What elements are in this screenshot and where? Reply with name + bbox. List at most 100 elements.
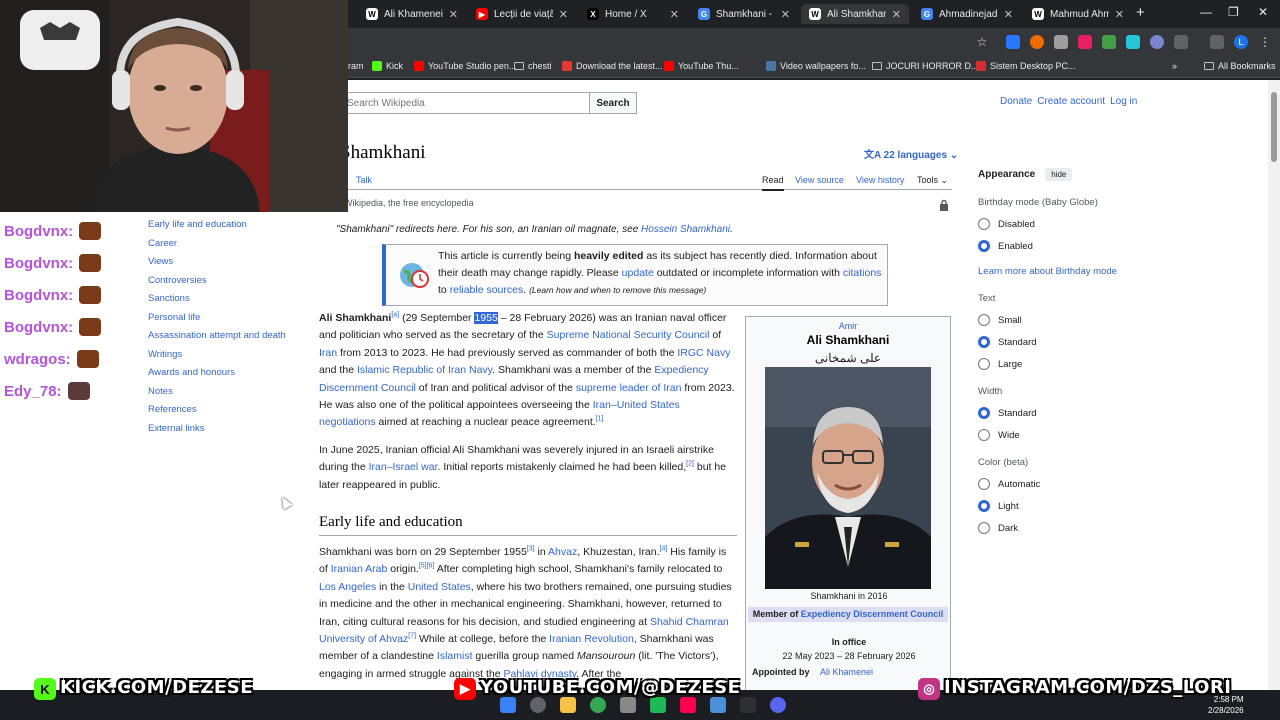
bookmark-item[interactable]: Video wallpapers fo... (766, 61, 866, 71)
radio-option[interactable]: Small (978, 314, 1128, 326)
puzzle-icon[interactable] (1174, 35, 1188, 49)
tab[interactable]: G Shamkhani - Cău ✕ (690, 4, 798, 24)
citations-link[interactable]: citations (843, 267, 882, 279)
appointer-link[interactable]: Ali Khamenei (820, 667, 873, 677)
tiktok-icon[interactable] (680, 697, 696, 713)
search-input[interactable] (340, 92, 590, 114)
radio-button[interactable] (978, 407, 990, 419)
rank-link[interactable]: Amir (839, 321, 858, 331)
link-los-angeles[interactable]: Los Angeles (319, 581, 376, 593)
bookmark-item[interactable]: YouTube Thu... (664, 61, 739, 71)
radio-button[interactable] (978, 240, 990, 252)
bookmark-item[interactable]: YouTube Studio pen... (414, 61, 516, 71)
search-icon[interactable] (530, 697, 546, 713)
maximize-icon[interactable]: ❐ (1228, 5, 1239, 19)
link-war[interactable]: Iran–Israel war (369, 461, 438, 473)
toc-item[interactable]: Sanctions (148, 293, 190, 304)
radio-option[interactable]: Light (978, 500, 1128, 512)
close-tab-icon[interactable]: ✕ (559, 8, 568, 21)
citation-ref[interactable]: [7] (408, 633, 416, 640)
close-window-icon[interactable]: ✕ (1258, 5, 1268, 19)
close-tab-icon[interactable]: ✕ (1004, 8, 1013, 21)
radio-button[interactable] (978, 478, 990, 490)
close-tab-icon[interactable]: ✕ (670, 8, 679, 21)
app-icon[interactable] (710, 697, 726, 713)
avatar[interactable]: L (1234, 35, 1248, 49)
chrome-icon[interactable] (590, 697, 606, 713)
radio-button[interactable] (978, 218, 990, 230)
radio-option[interactable]: Wide (978, 429, 1128, 441)
radio-option[interactable]: Standard (978, 407, 1128, 419)
sidebar-icon[interactable] (1210, 35, 1224, 49)
search-button[interactable]: Search (589, 92, 637, 114)
toc-item[interactable]: Controversies (148, 275, 207, 286)
citation-ref[interactable]: [5][6] (419, 563, 435, 570)
citation-ref[interactable]: [3] (527, 546, 535, 553)
link-islamist[interactable]: Islamist (437, 650, 473, 662)
star-icon[interactable]: ☆ (975, 35, 989, 49)
radio-option[interactable]: Dark (978, 522, 1128, 534)
link-iranian-arab[interactable]: Iranian Arab (331, 563, 388, 575)
tab[interactable]: G Ahmadinejad - Că ✕ (913, 4, 1021, 24)
app-icon[interactable] (650, 697, 666, 713)
link-irgc-navy[interactable]: IRGC Navy (677, 347, 730, 359)
extension-icon[interactable] (1102, 35, 1116, 49)
extension-icon[interactable] (1030, 35, 1044, 49)
minimize-icon[interactable]: — (1200, 5, 1212, 19)
all-bookmarks[interactable]: All Bookmarks (1204, 61, 1276, 71)
extension-icon[interactable] (1126, 35, 1140, 49)
tab-read[interactable]: Read (762, 175, 784, 191)
new-tab-button[interactable]: + (1136, 4, 1145, 21)
menu-icon[interactable]: ⋮ (1258, 35, 1272, 49)
app-icon[interactable] (740, 697, 756, 713)
toc-item[interactable]: Views (148, 256, 173, 267)
link-iri-navy[interactable]: Islamic Republic of Iran Navy (357, 364, 492, 376)
bookmark-item[interactable]: JOCURI HORROR D... (872, 61, 979, 71)
file-explorer-icon[interactable] (560, 697, 576, 713)
radio-button[interactable] (978, 336, 990, 348)
radio-button[interactable] (978, 358, 990, 370)
toc-item[interactable]: Notes (148, 386, 173, 397)
bookmark-item[interactable]: Sistem Desktop PC... (976, 61, 1076, 71)
hide-button[interactable]: hide (1045, 168, 1073, 181)
extension-icon[interactable] (1150, 35, 1164, 49)
create-account-link[interactable]: Create account (1037, 96, 1105, 107)
tab[interactable]: W Mahmud Ahmadi ✕ (1024, 4, 1132, 24)
link-united-states[interactable]: United States (408, 581, 471, 593)
extension-icon[interactable] (1078, 35, 1092, 49)
link-ahvaz[interactable]: Ahvaz (548, 546, 577, 558)
toc-item[interactable]: External links (148, 423, 205, 434)
start-icon[interactable] (500, 697, 516, 713)
login-link[interactable]: Log in (1110, 96, 1137, 107)
page-scrollbar[interactable] (1268, 80, 1280, 690)
radio-option[interactable]: Disabled (978, 218, 1128, 230)
app-icon[interactable] (620, 697, 636, 713)
portrait-image[interactable] (765, 367, 931, 589)
radio-option[interactable]: Automatic (978, 478, 1128, 490)
bookmark-item[interactable]: Kick (372, 61, 403, 71)
bookmark-item[interactable]: chesti (514, 61, 552, 71)
tab-view-source[interactable]: View source (795, 175, 844, 185)
radio-option[interactable]: Standard (978, 336, 1128, 348)
donate-link[interactable]: Donate (1000, 96, 1032, 107)
bookmarks-more[interactable]: » (1172, 61, 1177, 71)
toc-item[interactable]: Early life and education (148, 219, 247, 230)
tools-dropdown[interactable]: Tools ⌄ (917, 175, 948, 186)
bookmark-item[interactable]: ram (348, 61, 364, 71)
close-tab-icon[interactable]: ✕ (781, 8, 790, 21)
tab-talk[interactable]: Talk (356, 175, 372, 185)
toc-item[interactable]: Career (148, 238, 177, 249)
edc-link[interactable]: Expediency Discernment Council (801, 609, 944, 619)
discord-icon[interactable] (770, 697, 786, 713)
close-tab-icon[interactable]: ✕ (449, 8, 458, 21)
radio-button[interactable] (978, 314, 990, 326)
bookmark-item[interactable]: Download the latest... (562, 61, 663, 71)
tab[interactable]: X Home / X ✕ (579, 4, 687, 24)
learn-more-link[interactable]: Learn more about Birthday mode (978, 266, 1128, 277)
close-tab-icon[interactable]: ✕ (1115, 8, 1124, 21)
tab[interactable]: ▶ Lecții de viață - S ✕ (468, 4, 576, 24)
tab[interactable]: W Ali Khamenei - W ✕ (358, 4, 466, 24)
toc-item[interactable]: Personal life (148, 312, 200, 323)
tab[interactable]: W Ali Shamkhani - W ✕ (801, 4, 909, 24)
extension-icon[interactable] (1006, 35, 1020, 49)
